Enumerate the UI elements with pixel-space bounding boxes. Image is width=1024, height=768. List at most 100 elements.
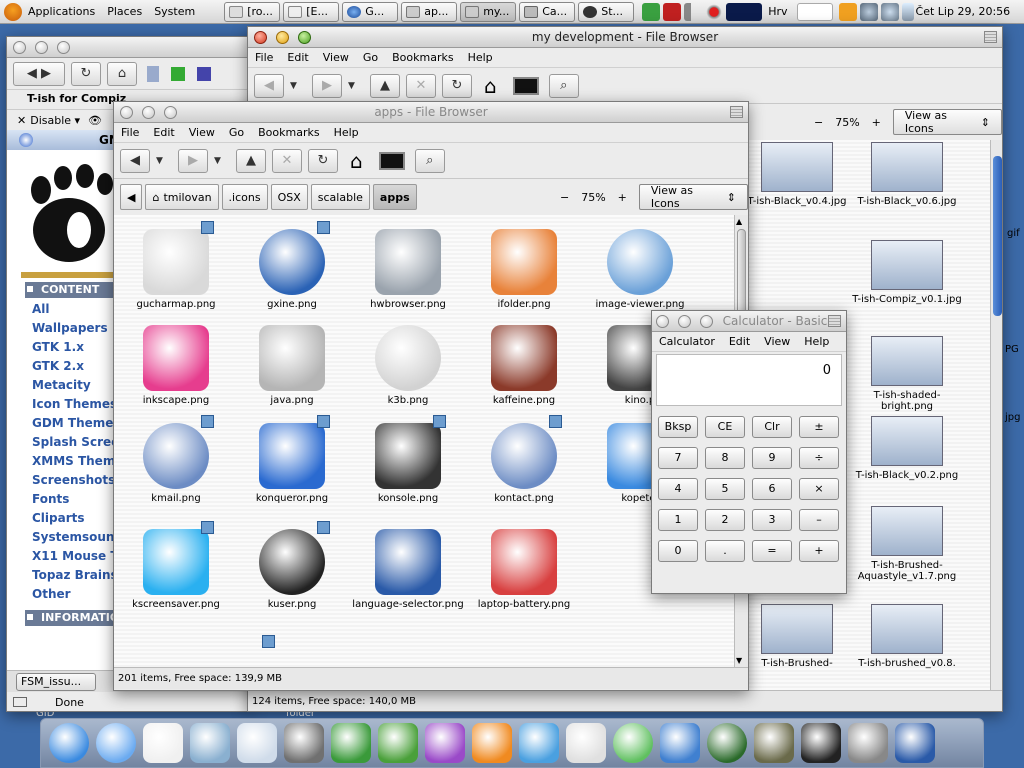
- maximize-button[interactable]: [298, 31, 311, 44]
- computer-icon[interactable]: [378, 151, 405, 170]
- scrollbar-thumb[interactable]: [993, 156, 1002, 316]
- file-item[interactable]: inkscape.png: [118, 325, 234, 406]
- sidebar-link[interactable]: Wallpapers: [32, 321, 108, 335]
- menu-edit[interactable]: Edit: [722, 335, 757, 348]
- system-prefs-icon[interactable]: [284, 723, 324, 763]
- file-item[interactable]: T-ish-brushed_v0.8.: [852, 604, 962, 669]
- file-item[interactable]: image-viewer.png: [582, 229, 698, 310]
- file-item[interactable]: ifolder.png: [466, 229, 582, 310]
- file-item[interactable]: laptop-battery.png: [466, 529, 582, 610]
- monitor-icon[interactable]: [801, 723, 841, 763]
- ipod-icon[interactable]: [566, 723, 606, 763]
- chevron-down-icon[interactable]: ▼: [156, 156, 168, 166]
- sidebar-link[interactable]: GTK 1.x: [32, 340, 84, 354]
- digit-5-button[interactable]: 5: [705, 478, 745, 500]
- gimp-icon[interactable]: [754, 723, 794, 763]
- divide-button[interactable]: ÷: [799, 447, 839, 469]
- vertical-scrollbar[interactable]: [990, 140, 1002, 690]
- trash-icon[interactable]: [848, 723, 888, 763]
- file-item[interactable]: gxine.png: [234, 221, 350, 310]
- zoom-level[interactable]: 75%: [829, 116, 865, 129]
- view-mode-select[interactable]: View as Icons ⇕: [638, 184, 748, 210]
- extension-icon[interactable]: [171, 66, 185, 81]
- zoom-out-button[interactable]: −: [554, 191, 575, 204]
- menu-go[interactable]: Go: [222, 126, 251, 139]
- roll-up-button[interactable]: [984, 31, 997, 43]
- close-button[interactable]: [656, 315, 669, 328]
- minimize-button[interactable]: [35, 41, 48, 54]
- file-item[interactable]: kscreensaver.png: [118, 521, 234, 610]
- menu-file[interactable]: File: [114, 126, 146, 139]
- chevron-down-icon[interactable]: ▼: [214, 156, 226, 166]
- package-icon[interactable]: [663, 2, 682, 21]
- minimize-button[interactable]: [276, 31, 289, 44]
- p-icon[interactable]: [472, 723, 512, 763]
- menu-help[interactable]: Help: [797, 335, 836, 348]
- eye-icon[interactable]: 👁: [88, 114, 102, 127]
- menu-go[interactable]: Go: [356, 51, 385, 64]
- up-button[interactable]: ▲: [236, 148, 266, 173]
- search-icon[interactable]: ⌕: [548, 73, 579, 98]
- digit-4-button[interactable]: 4: [658, 478, 698, 500]
- multiply-button[interactable]: ×: [799, 478, 839, 500]
- weather-icon[interactable]: [859, 2, 878, 21]
- file-item[interactable]: T-ish-Black_v0.2.png: [852, 416, 962, 481]
- user-icon[interactable]: [901, 2, 914, 21]
- system-menu[interactable]: System: [148, 0, 201, 24]
- file-item[interactable]: gucharmap.png: [118, 221, 234, 310]
- roll-up-button[interactable]: [730, 106, 743, 118]
- apps-titlebar[interactable]: apps - File Browser: [114, 102, 748, 123]
- menu-edit[interactable]: Edit: [146, 126, 181, 139]
- file-item[interactable]: T-ish-shaded-bright.png: [852, 336, 962, 412]
- maximize-button[interactable]: [57, 41, 70, 54]
- close-icon[interactable]: ✕: [17, 114, 26, 127]
- w-icon[interactable]: [425, 723, 465, 763]
- sidebar-link[interactable]: Screenshots: [32, 473, 115, 487]
- file-item[interactable]: kontact.png: [466, 415, 582, 504]
- equals-button[interactable]: =: [752, 540, 792, 562]
- tab-fsm-issues[interactable]: FSM_issu...: [16, 672, 96, 691]
- digit-3-button[interactable]: 3: [752, 509, 792, 531]
- spiral-icon[interactable]: [707, 723, 747, 763]
- sidebar-link[interactable]: GTK 2.x: [32, 359, 84, 373]
- network-icon[interactable]: [190, 723, 230, 763]
- add-button[interactable]: +: [799, 540, 839, 562]
- menu-bookmarks[interactable]: Bookmarks: [385, 51, 460, 64]
- chat-icon[interactable]: [519, 723, 559, 763]
- textedit-icon[interactable]: [237, 723, 277, 763]
- sidebar-link[interactable]: Topaz Brainst: [32, 568, 123, 582]
- forward-button[interactable]: ▶: [178, 148, 208, 173]
- path-left-arrow[interactable]: ◀: [120, 184, 143, 210]
- file-item[interactable]: T-ish-Brushed-Aquastyle_v1.7.png: [852, 506, 962, 582]
- path-crumb-home[interactable]: ⌂ tmilovan: [145, 184, 219, 210]
- sign-button[interactable]: ±: [799, 416, 839, 438]
- minimize-button[interactable]: [678, 315, 691, 328]
- sidebar-link[interactable]: Icon Themes: [32, 397, 117, 411]
- view-mode-select[interactable]: View as Icons ⇕: [892, 109, 1002, 135]
- file-item[interactable]: konsole.png: [350, 415, 466, 504]
- zoom-in-button[interactable]: +: [866, 116, 887, 129]
- disable-menu[interactable]: Disable ▾: [30, 114, 80, 127]
- mail-icon[interactable]: [143, 723, 183, 763]
- sidebar-link[interactable]: GDM Themes: [32, 416, 121, 430]
- reload-button[interactable]: ↻: [442, 73, 472, 98]
- menu-view[interactable]: View: [316, 51, 356, 64]
- taskbar-button-st[interactable]: St...: [578, 1, 635, 22]
- backspace-button[interactable]: Bksp: [658, 416, 698, 438]
- file-item[interactable]: T-ish-Brushed-: [742, 604, 852, 669]
- chevron-down-icon[interactable]: ▼: [348, 81, 360, 91]
- places-menu[interactable]: Places: [101, 0, 148, 24]
- frog-icon[interactable]: [331, 723, 371, 763]
- zoom-in-button[interactable]: +: [612, 191, 633, 204]
- path-crumb-osx[interactable]: OSX: [270, 184, 308, 210]
- record-icon[interactable]: [705, 2, 724, 21]
- clear-button[interactable]: Clr: [752, 416, 792, 438]
- subtract-button[interactable]: –: [799, 509, 839, 531]
- file-item[interactable]: hwbrowser.png: [350, 229, 466, 310]
- b-icon[interactable]: [660, 723, 700, 763]
- digit-1-button[interactable]: 1: [658, 509, 698, 531]
- file-item[interactable]: kaffeine.png: [466, 325, 582, 406]
- digit-0-button[interactable]: 0: [658, 540, 698, 562]
- home-icon[interactable]: ⌂: [484, 74, 497, 98]
- digit-2-button[interactable]: 2: [705, 509, 745, 531]
